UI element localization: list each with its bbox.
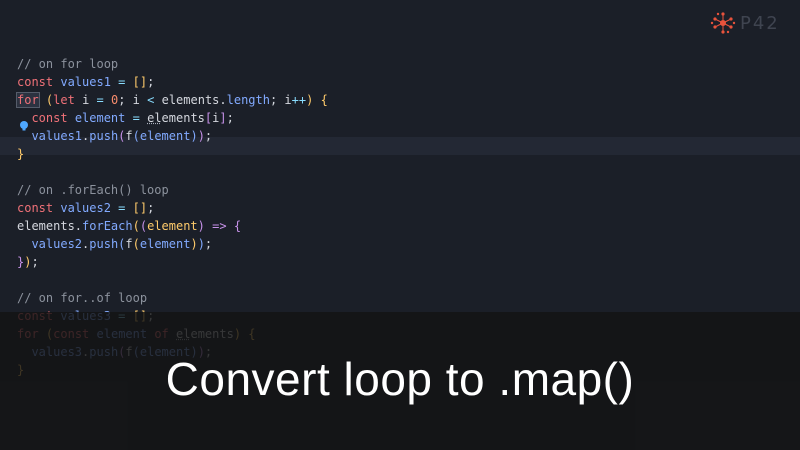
code-token: const: [17, 75, 54, 89]
code-line[interactable]: }: [17, 145, 24, 163]
code-token: forEach: [82, 219, 133, 233]
code-line[interactable]: elements.forEach((element) => {: [17, 217, 241, 235]
p42-logo: P42: [710, 10, 792, 36]
code-token: elements.: [17, 219, 83, 233]
code-token: values1: [60, 75, 111, 89]
code-token: (: [132, 219, 140, 233]
code-token: ): [197, 219, 205, 233]
code-token: // on for..of loop: [17, 291, 148, 305]
code-token: =: [96, 93, 104, 107]
code-token: (: [132, 237, 140, 251]
code-token: el: [147, 111, 162, 125]
code-token: values2: [31, 237, 83, 251]
code-token: values2: [60, 201, 111, 215]
code-token: []: [132, 75, 148, 89]
code-line[interactable]: const values2 = [];: [17, 199, 154, 217]
code-token: ): [190, 237, 198, 251]
p42-logo-icon: [710, 12, 736, 34]
code-token: {: [233, 219, 242, 233]
code-token: {: [320, 93, 328, 107]
code-token: element: [139, 129, 191, 143]
code-token: ++: [291, 93, 307, 107]
code-line[interactable]: // on for loop: [17, 55, 118, 73]
code-token: f: [125, 129, 133, 143]
code-token: ;: [147, 201, 155, 215]
code-token: f: [125, 237, 133, 251]
code-token: =: [132, 111, 140, 125]
code-token: (: [139, 219, 148, 233]
code-token: push: [89, 237, 119, 251]
code-line[interactable]: // on for..of loop: [17, 289, 147, 307]
code-line[interactable]: });: [17, 253, 39, 271]
code-token: const: [17, 201, 54, 215]
code-token: // on .forEach() loop: [17, 183, 169, 197]
code-token: element: [139, 237, 191, 251]
code-line[interactable]: const values1 = [];: [17, 73, 154, 91]
code-token: element: [74, 111, 126, 125]
code-token: ; i: [118, 93, 148, 107]
code-line[interactable]: values2.push(f(element));: [17, 235, 212, 253]
code-token: for: [16, 92, 40, 108]
code-token: ;: [204, 129, 213, 143]
code-token: ): [190, 129, 198, 143]
code-token: ements: [161, 111, 205, 125]
code-token: ]: [219, 111, 227, 125]
code-token: (: [132, 129, 140, 143]
logo-text: P42: [740, 12, 780, 34]
code-token: push: [89, 129, 119, 143]
code-token: ;: [226, 111, 234, 125]
code-token: ; i: [269, 93, 292, 107]
code-token: elements.: [154, 93, 227, 107]
code-token: // on for loop: [17, 57, 119, 71]
code-line[interactable]: // on .forEach() loop: [17, 181, 169, 199]
code-token: ;: [147, 75, 155, 89]
code-token: length: [226, 93, 270, 107]
code-line[interactable]: values1.push(f(element));: [17, 127, 212, 145]
code-token: i: [74, 93, 97, 107]
code-token: =>: [212, 219, 227, 233]
code-token: []: [132, 201, 148, 215]
lightbulb-icon[interactable]: [18, 120, 30, 132]
code-token: ): [197, 129, 205, 143]
code-token: values1: [31, 129, 83, 143]
code-line[interactable]: const element = elements[i];: [17, 109, 234, 127]
caption-title: Convert loop to .map(): [165, 353, 635, 405]
code-token: ): [197, 237, 205, 251]
code-token: ;: [31, 255, 39, 269]
code-token: }: [17, 147, 25, 161]
code-token: let: [53, 93, 75, 107]
code-line[interactable]: for (let i = 0; i < elements.length; i++…: [16, 91, 328, 109]
code-token: const: [31, 111, 68, 125]
code-token: element: [147, 219, 198, 233]
code-token: ;: [204, 237, 213, 251]
